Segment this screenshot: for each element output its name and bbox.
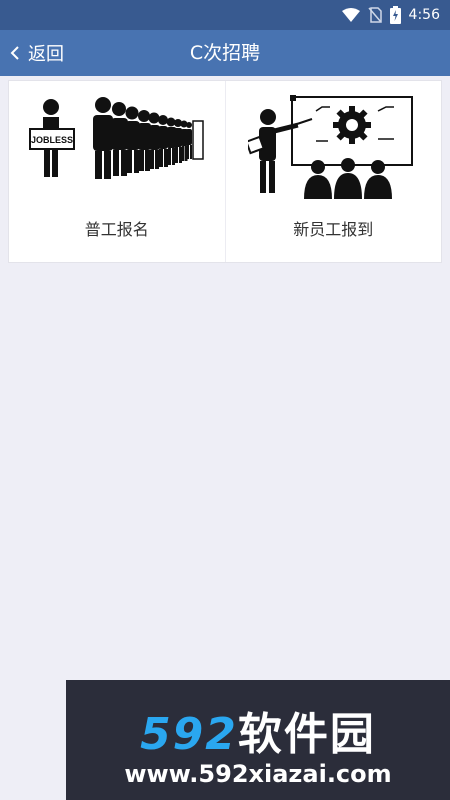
menu-item-label: 新员工报到	[293, 220, 374, 239]
jobless-queue-illustration: JOBLESS	[9, 95, 225, 205]
status-time: 4:56	[408, 7, 440, 23]
watermark-url: www.592xiazai.com	[124, 760, 392, 788]
status-bar: 4:56	[0, 0, 450, 30]
watermark-brand: 592软件园	[66, 698, 450, 762]
watermark: 592软件园 www.592xiazai.com	[66, 680, 450, 800]
watermark-brand-number: 592	[140, 709, 238, 760]
wifi-icon	[341, 8, 360, 22]
jobless-sign-text: JOBLESS	[31, 135, 73, 145]
battery-charging-icon	[389, 6, 401, 24]
training-presentation-illustration	[226, 95, 442, 205]
back-button[interactable]: 返回	[10, 30, 64, 76]
menu-grid: JOBLESS 普工报名 新员工报到	[8, 80, 442, 263]
menu-item-worker-signup[interactable]: JOBLESS 普工报名	[9, 81, 225, 262]
menu-item-label: 普工报名	[84, 220, 149, 239]
back-label: 返回	[28, 44, 64, 65]
watermark-brand-name: 软件园	[237, 709, 376, 760]
app-bar: 返回 C次招聘	[0, 30, 450, 76]
status-icons: 4:56	[341, 5, 440, 25]
chevron-left-icon	[10, 46, 19, 60]
page-title: C次招聘	[189, 42, 261, 64]
menu-item-new-employee-checkin[interactable]: 新员工报到	[224, 81, 442, 262]
no-sim-icon	[367, 7, 382, 23]
